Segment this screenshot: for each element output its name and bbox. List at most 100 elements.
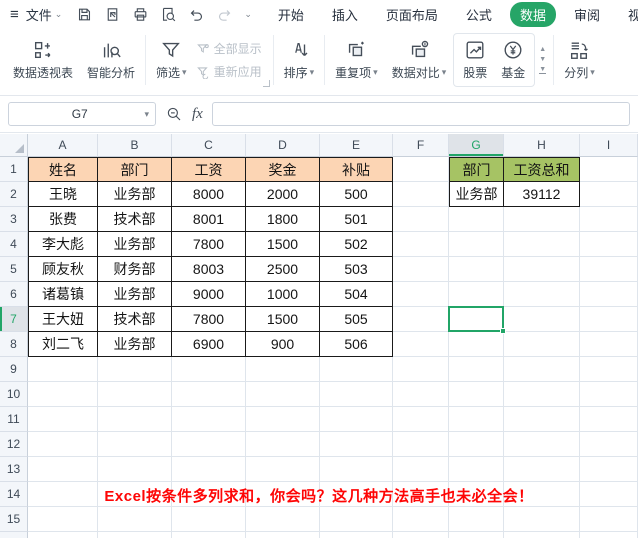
cell-B13[interactable] — [98, 457, 172, 482]
cell-B11[interactable] — [98, 407, 172, 432]
cell-D11[interactable] — [246, 407, 320, 432]
row-header-2[interactable]: 2 — [0, 182, 28, 207]
smart-analysis-button[interactable]: 智能分析 — [80, 31, 142, 89]
cell-B5[interactable]: 财务部 — [98, 257, 172, 282]
cell-D1[interactable]: 奖金 — [246, 157, 320, 182]
cell-A10[interactable] — [28, 382, 98, 407]
tab-5[interactable]: 审阅 — [564, 2, 610, 27]
cell-G6[interactable] — [449, 282, 504, 307]
cell-C16[interactable] — [172, 532, 246, 538]
cell-B7[interactable]: 技术部 — [98, 307, 172, 332]
cell-C6[interactable]: 9000 — [172, 282, 246, 307]
tab-1[interactable]: 插入 — [322, 2, 368, 27]
cell-H2[interactable]: 39112 — [504, 182, 580, 207]
cell-B6[interactable]: 业务部 — [98, 282, 172, 307]
cell-A4[interactable]: 李大彪 — [28, 232, 98, 257]
row-header-11[interactable]: 11 — [0, 407, 28, 432]
cell-A3[interactable]: 张费 — [28, 207, 98, 232]
file-menu[interactable]: 文件 ⌄ — [26, 5, 63, 24]
tab-2[interactable]: 页面布局 — [376, 2, 448, 27]
scroll-down-icon[interactable]: ▼ — [539, 56, 546, 63]
cell-H13[interactable] — [504, 457, 580, 482]
gallery-scroll[interactable]: ▲ ▼ ▼ — [535, 31, 550, 89]
toolbar-more-icon[interactable]: ⌄ — [244, 9, 252, 19]
cell-A1[interactable]: 姓名 — [28, 157, 98, 182]
cell-H12[interactable] — [504, 432, 580, 457]
column-header-E[interactable]: E — [320, 134, 393, 157]
select-all-corner[interactable] — [0, 134, 28, 157]
cell-D4[interactable]: 1500 — [246, 232, 320, 257]
column-header-A[interactable]: A — [28, 134, 98, 157]
cell-I8[interactable] — [580, 332, 638, 357]
cell-E1[interactable]: 补贴 — [320, 157, 393, 182]
cell-D3[interactable]: 1800 — [246, 207, 320, 232]
cell-F8[interactable] — [393, 332, 449, 357]
tab-0[interactable]: 开始 — [268, 2, 314, 27]
row-header-6[interactable]: 6 — [0, 282, 28, 307]
name-box[interactable]: G7 ▾ — [8, 102, 156, 126]
cell-D16[interactable] — [246, 532, 320, 538]
cell-A8[interactable]: 刘二飞 — [28, 332, 98, 357]
cell-H3[interactable] — [504, 207, 580, 232]
cell-I3[interactable] — [580, 207, 638, 232]
row-header-5[interactable]: 5 — [0, 257, 28, 282]
cell-D13[interactable] — [246, 457, 320, 482]
row-header-7[interactable]: 7 — [0, 307, 28, 332]
cell-B3[interactable]: 技术部 — [98, 207, 172, 232]
cell-A5[interactable]: 顾友秋 — [28, 257, 98, 282]
row-header-12[interactable]: 12 — [0, 432, 28, 457]
cell-I11[interactable] — [580, 407, 638, 432]
cell-F2[interactable] — [393, 182, 449, 207]
cell-C2[interactable]: 8000 — [172, 182, 246, 207]
cell-F5[interactable] — [393, 257, 449, 282]
column-header-C[interactable]: C — [172, 134, 246, 157]
cell-F7[interactable] — [393, 307, 449, 332]
cell-I5[interactable] — [580, 257, 638, 282]
cell-I13[interactable] — [580, 457, 638, 482]
row-header-4[interactable]: 4 — [0, 232, 28, 257]
formula-input[interactable] — [211, 102, 630, 126]
cell-A2[interactable]: 王晓 — [28, 182, 98, 207]
cell-A9[interactable] — [28, 357, 98, 382]
row-header-8[interactable]: 8 — [0, 332, 28, 357]
tab-3[interactable]: 公式 — [456, 2, 502, 27]
cell-I6[interactable] — [580, 282, 638, 307]
cell-G2[interactable]: 业务部 — [449, 182, 504, 207]
cell-E15[interactable] — [320, 507, 393, 532]
row-header-13[interactable]: 13 — [0, 457, 28, 482]
dialog-launcher-icon[interactable] — [262, 80, 270, 87]
redo-icon[interactable] — [216, 6, 233, 23]
show-all-button[interactable]: 全部显示 — [196, 40, 262, 57]
cell-D15[interactable] — [246, 507, 320, 532]
cell-H6[interactable] — [504, 282, 580, 307]
cell-D2[interactable]: 2000 — [246, 182, 320, 207]
row-header-1[interactable]: 1 — [0, 157, 28, 182]
cell-D8[interactable]: 900 — [246, 332, 320, 357]
cell-D10[interactable] — [246, 382, 320, 407]
cell-H16[interactable] — [504, 532, 580, 538]
cell-F12[interactable] — [393, 432, 449, 457]
cell-H10[interactable] — [504, 382, 580, 407]
cell-I10[interactable] — [580, 382, 638, 407]
column-header-D[interactable]: D — [246, 134, 320, 157]
cell-D7[interactable]: 1500 — [246, 307, 320, 332]
cell-A16[interactable] — [28, 532, 98, 538]
cell-H5[interactable] — [504, 257, 580, 282]
cell-C15[interactable] — [172, 507, 246, 532]
undo-icon[interactable] — [188, 6, 205, 23]
cell-F15[interactable] — [393, 507, 449, 532]
cell-E6[interactable]: 504 — [320, 282, 393, 307]
cell-C4[interactable]: 7800 — [172, 232, 246, 257]
cell-F11[interactable] — [393, 407, 449, 432]
pivot-table-button[interactable]: 数据透视表 — [6, 31, 80, 89]
cell-H11[interactable] — [504, 407, 580, 432]
export-icon[interactable] — [104, 6, 121, 23]
row-header-16[interactable] — [0, 532, 28, 538]
text-to-columns-button[interactable]: 分列 ▾ — [557, 31, 602, 89]
cell-F4[interactable] — [393, 232, 449, 257]
row-header-3[interactable]: 3 — [0, 207, 28, 232]
cell-C5[interactable]: 8003 — [172, 257, 246, 282]
cell-C12[interactable] — [172, 432, 246, 457]
cell-G4[interactable] — [449, 232, 504, 257]
cell-C10[interactable] — [172, 382, 246, 407]
